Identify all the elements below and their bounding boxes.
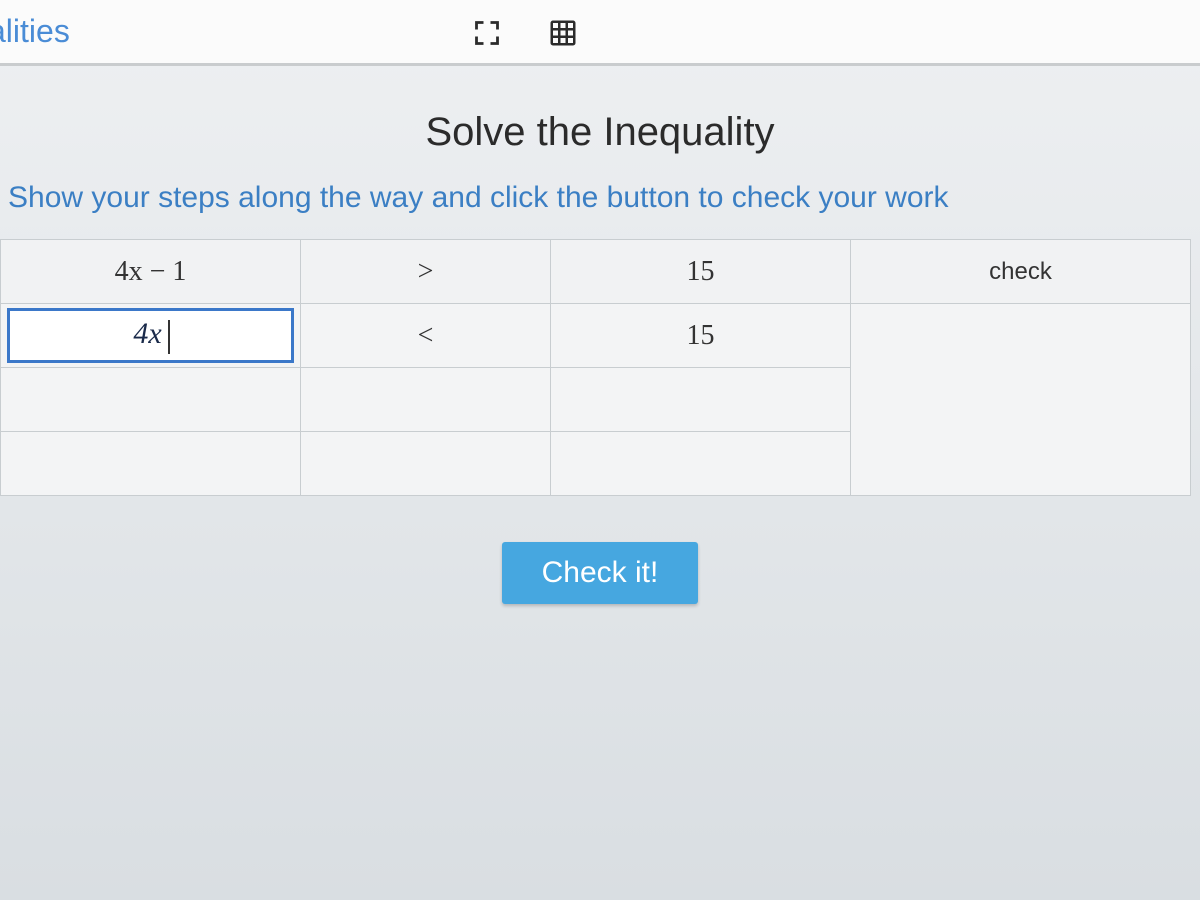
work-table: 4x − 1 > 15 check xyxy=(0,239,1191,496)
content-area: Solve the Inequality Show your steps alo… xyxy=(0,80,1200,900)
math-input-value: 4x xyxy=(133,317,161,350)
cell-rhs[interactable]: 15 xyxy=(551,304,851,368)
cell-op[interactable]: < xyxy=(301,304,551,368)
topbar-title-fragment: alities xyxy=(0,13,70,50)
table-icon[interactable] xyxy=(546,16,580,50)
math-input[interactable]: 4x xyxy=(133,317,167,353)
cell-lhs-active[interactable]: 4x xyxy=(1,304,301,368)
cell-op[interactable] xyxy=(301,368,551,432)
fullscreen-icon[interactable] xyxy=(470,16,504,50)
cell-lhs[interactable] xyxy=(1,368,301,432)
page-subtitle: Show your steps along the way and click … xyxy=(8,181,1200,215)
cell-check[interactable] xyxy=(851,304,1191,496)
cell-rhs[interactable] xyxy=(551,368,851,432)
text-caret xyxy=(168,320,170,354)
table-head-row: 4x − 1 > 15 check xyxy=(1,240,1191,304)
topbar: alities xyxy=(0,0,1200,66)
app-frame: alities Solve the Inequality Show your s… xyxy=(0,0,1200,900)
head-check: check xyxy=(851,240,1191,304)
check-it-button[interactable]: Check it! xyxy=(502,542,699,604)
head-rhs: 15 xyxy=(551,240,851,304)
topbar-icons xyxy=(470,16,580,50)
page-title: Solve the Inequality xyxy=(0,110,1200,155)
table-row: 4x < 15 xyxy=(1,304,1191,368)
cell-op[interactable] xyxy=(301,432,551,496)
cell-rhs[interactable] xyxy=(551,432,851,496)
math-input-wrap[interactable]: 4x xyxy=(7,308,294,363)
cell-lhs[interactable] xyxy=(1,432,301,496)
head-lhs: 4x − 1 xyxy=(1,240,301,304)
head-op: > xyxy=(301,240,551,304)
